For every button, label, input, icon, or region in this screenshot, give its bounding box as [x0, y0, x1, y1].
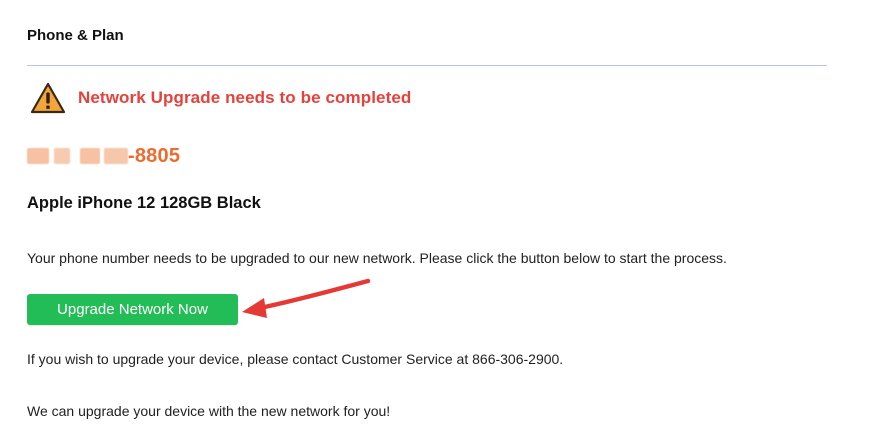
- red-arrow-icon: [242, 278, 371, 318]
- redacted-phone-prefix: [27, 144, 128, 168]
- upgrade-instruction-text: Your phone number needs to be upgraded t…: [27, 250, 727, 266]
- phone-number-suffix: -8805: [128, 144, 181, 167]
- device-upgrade-offer-text: We can upgrade your device with the new …: [27, 403, 391, 419]
- section-divider: [27, 65, 827, 66]
- upgrade-network-now-button[interactable]: Upgrade Network Now: [27, 294, 238, 325]
- phone-plan-panel: Phone & Plan Network Upgrade needs to be…: [0, 0, 888, 440]
- device-name: Apple iPhone 12 128GB Black: [27, 194, 261, 212]
- section-title: Phone & Plan: [27, 27, 124, 44]
- phone-number: -8805: [27, 144, 180, 168]
- device-upgrade-contact-text: If you wish to upgrade your device, plea…: [27, 351, 564, 367]
- warning-triangle-icon: [30, 82, 66, 114]
- network-upgrade-alert: Network Upgrade needs to be completed: [30, 82, 411, 114]
- alert-message: Network Upgrade needs to be completed: [78, 88, 412, 107]
